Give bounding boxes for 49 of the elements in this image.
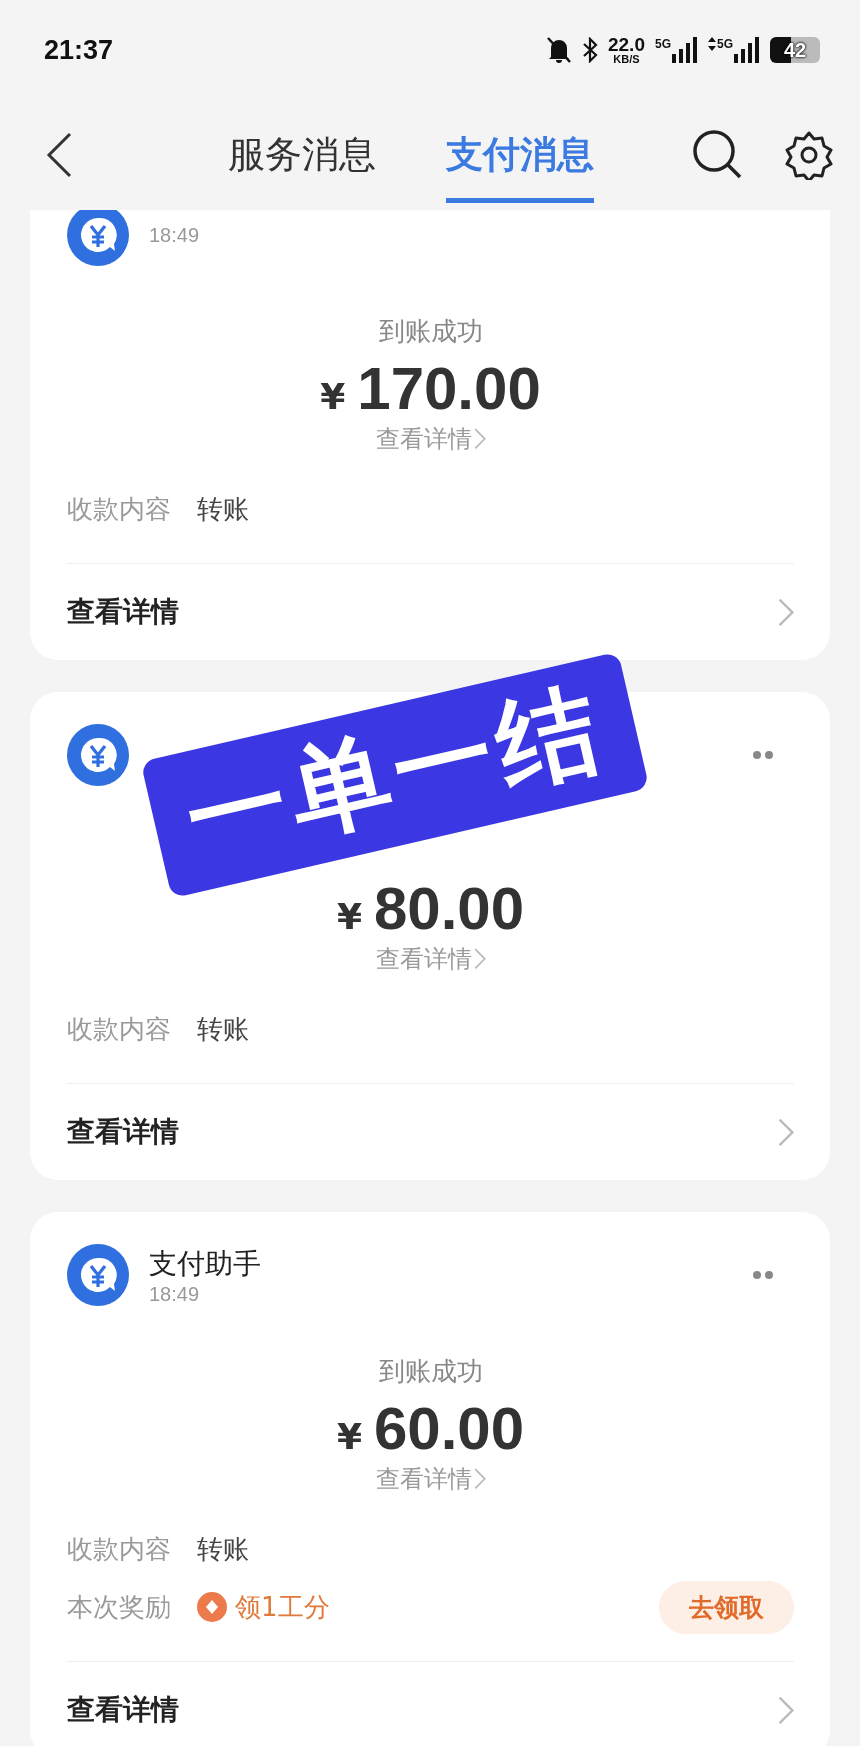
bell-muted-icon [546, 36, 572, 64]
message-time: 18:49 [149, 1282, 201, 1306]
field-label: 收款内容 [67, 492, 171, 526]
chevron-right-icon [778, 597, 794, 627]
data-arrows-icon [708, 37, 716, 51]
details-label: 查看详情 [67, 1692, 179, 1728]
signal-bars-icon [734, 37, 760, 63]
currency-symbol: ¥ [336, 1416, 362, 1457]
message-time: 18:49 [149, 223, 201, 247]
chevron-right-icon [473, 1468, 486, 1490]
field-value: 转账 [197, 1532, 249, 1566]
field-label: 本次奖励 [67, 1590, 171, 1624]
yuan-bubble-icon [67, 1244, 129, 1306]
details-label: 查看详情 [67, 594, 179, 630]
more-icon[interactable] [752, 1270, 774, 1280]
more-icon[interactable] [752, 750, 774, 760]
signal-bars-icon [672, 37, 698, 63]
reward-value: 领1工分 [235, 1590, 330, 1624]
network-type: 5G [654, 37, 671, 51]
diamond-coin-icon [197, 1592, 227, 1622]
details-link[interactable]: 查看详情 [375, 943, 486, 975]
payment-status: 到账成功 [378, 315, 483, 348]
details-row[interactable]: 查看详情 [67, 1084, 794, 1180]
network-type: 5G [717, 37, 733, 51]
details-link[interactable]: 查看详情 [375, 1463, 486, 1495]
currency-symbol: ¥ [320, 376, 346, 417]
chevron-right-icon [778, 1695, 794, 1725]
network-speed: 22.0 KB/S [608, 35, 645, 65]
chevron-right-icon [778, 1117, 794, 1147]
clock-time: 21:37 [44, 34, 114, 66]
payment-amount: 60.00 [373, 1394, 525, 1463]
claim-button[interactable]: 去领取 [659, 1580, 794, 1634]
currency-symbol: ¥ [336, 896, 362, 937]
tab[interactable]: 服务消息 [228, 130, 376, 203]
details-label: 查看详情 [67, 1114, 179, 1150]
field-value: 转账 [197, 1012, 249, 1046]
details-row[interactable]: 查看详情 [67, 1662, 794, 1746]
sender-name: 支付助手 [149, 1245, 262, 1282]
tab[interactable]: 支付消息 [446, 130, 594, 203]
bluetooth-icon [582, 37, 598, 63]
chevron-right-icon [473, 428, 486, 450]
details-link[interactable]: 查看详情 [375, 423, 486, 455]
payment-amount: 170.00 [357, 354, 541, 423]
field-label: 收款内容 [67, 1012, 171, 1046]
yuan-bubble-icon [67, 724, 129, 786]
payment-status: 到账成功 [378, 1355, 483, 1388]
chevron-right-icon [473, 948, 486, 970]
field-label: 收款内容 [67, 1532, 171, 1566]
field-value: 转账 [197, 492, 249, 526]
